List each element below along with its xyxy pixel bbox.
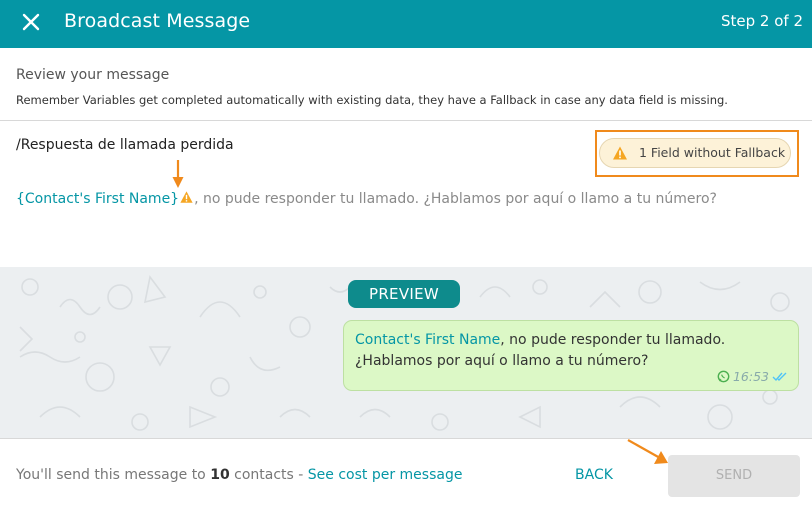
fallback-label: 1 Field without Fallback [639, 145, 786, 160]
whatsapp-icon [717, 370, 730, 383]
arrow-down-icon [172, 160, 184, 188]
review-description: Remember Variables get completed automat… [16, 93, 728, 107]
fallback-warning-badge[interactable]: 1 Field without Fallback [599, 138, 791, 168]
summary-prefix: You'll send this message to [16, 467, 211, 483]
message-time: 16:53 [732, 369, 769, 384]
bubble-line1: , no pude responder tu llamado. [500, 332, 726, 348]
back-button[interactable]: BACK [562, 460, 626, 490]
message-body: {Contact's First Name} , no pude respond… [16, 190, 717, 207]
template-name: /Respuesta de llamada perdida [16, 137, 234, 153]
divider [0, 120, 812, 121]
close-icon[interactable] [20, 11, 42, 33]
arrow-icon [627, 439, 668, 464]
preview-badge: PREVIEW [348, 280, 460, 308]
step-indicator: Step 2 of 2 [720, 12, 803, 30]
send-button[interactable]: SEND [668, 455, 800, 497]
bubble-text: Contact's First Name, no pude responder … [355, 330, 725, 372]
double-check-icon [772, 372, 787, 381]
footer-divider [0, 438, 812, 439]
warning-icon [180, 191, 193, 203]
recipient-summary: You'll send this message to 10 contacts … [16, 467, 462, 483]
page-title: Broadcast Message [64, 10, 251, 32]
summary-suffix: contacts - [229, 467, 308, 483]
message-text: , no pude responder tu llamado. ¿Hablamo… [194, 191, 717, 207]
message-meta: 16:53 [717, 369, 788, 384]
variable-token[interactable]: {Contact's First Name} [16, 191, 179, 207]
app-header: Broadcast Message Step 2 of 2 [0, 0, 812, 48]
message-bubble: Contact's First Name, no pude responder … [343, 320, 799, 391]
see-cost-link[interactable]: See cost per message [308, 467, 463, 483]
warning-icon [613, 146, 627, 160]
contact-count: 10 [210, 467, 230, 483]
review-title: Review your message [16, 67, 170, 83]
variable-value: Contact's First Name [355, 332, 501, 348]
bubble-line2: ¿Hablamos por aquí o llamo a tu número? [355, 353, 649, 369]
